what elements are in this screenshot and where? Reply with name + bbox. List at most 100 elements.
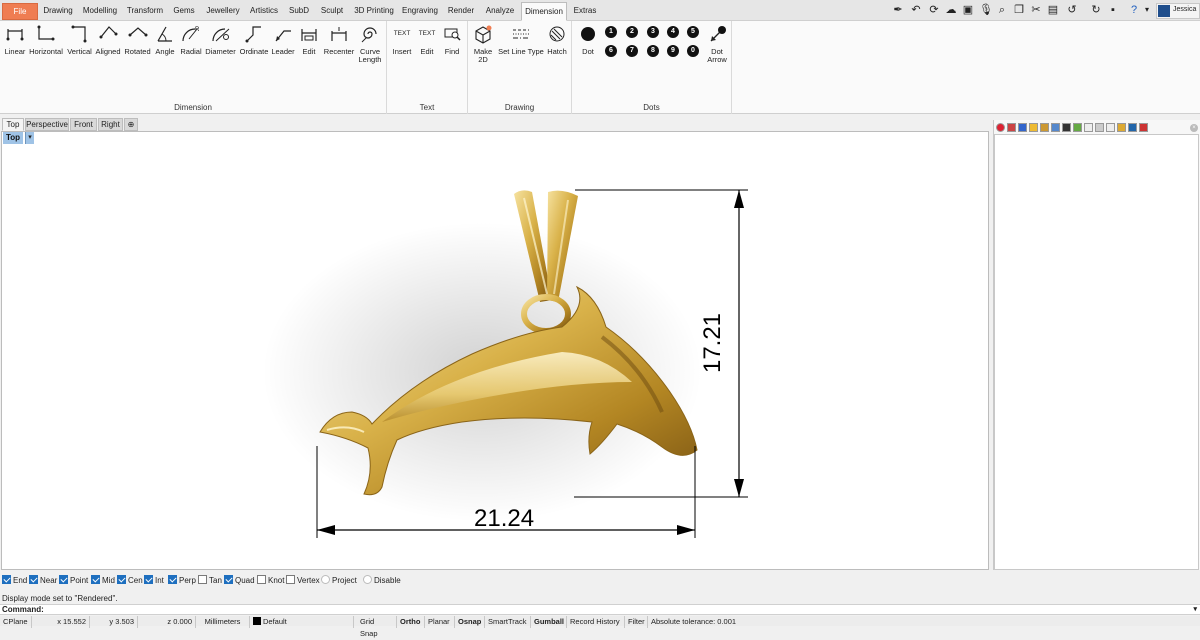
refresh-icon[interactable]: ⟳: [928, 4, 940, 16]
sun-icon[interactable]: [1139, 123, 1148, 132]
tab-perspective[interactable]: Perspective: [25, 118, 69, 131]
scissors-icon[interactable]: ✂: [1030, 4, 1042, 16]
user-panel-icon[interactable]: [1128, 123, 1137, 132]
curve-length-button[interactable]: Curve Length: [357, 23, 383, 64]
status-filter[interactable]: Filter: [625, 616, 648, 628]
status-cplane[interactable]: CPlane: [0, 616, 32, 628]
camera-icon[interactable]: ▣: [962, 4, 974, 16]
checkbox[interactable]: [257, 575, 266, 584]
osnap-end[interactable]: End: [2, 575, 27, 587]
notes-icon[interactable]: [1095, 123, 1104, 132]
help-dropdown-icon[interactable]: ▾: [1141, 4, 1153, 16]
horizontal-dimension-button[interactable]: Horizontal: [29, 23, 63, 56]
undo-icon[interactable]: ↺: [1066, 4, 1078, 16]
tab-jewellery[interactable]: Jewellery: [202, 3, 244, 20]
tab-gems[interactable]: Gems: [170, 3, 198, 20]
layers-icon[interactable]: [1018, 123, 1027, 132]
copy-icon[interactable]: ❐: [1013, 4, 1025, 16]
checkbox[interactable]: [59, 575, 68, 584]
dot-number-1-button[interactable]: 1: [605, 26, 617, 38]
set-line-type-button[interactable]: Set Line Type: [498, 23, 544, 56]
tab-sculpt[interactable]: Sculpt: [316, 3, 348, 20]
tab-render[interactable]: Render: [445, 3, 477, 20]
redo-icon[interactable]: ↻: [1090, 4, 1102, 16]
status-planar[interactable]: Planar: [425, 616, 455, 628]
status-record-history[interactable]: Record History: [567, 616, 625, 628]
insert-text-button[interactable]: TEXT Insert: [390, 23, 414, 56]
osnap-quad[interactable]: Quad: [224, 575, 255, 587]
checkbox[interactable]: [363, 575, 372, 584]
tab-extras[interactable]: Extras: [570, 3, 600, 20]
find-text-button[interactable]: Find: [441, 23, 463, 56]
dot-number-0-button[interactable]: 0: [687, 45, 699, 57]
checkbox[interactable]: [198, 575, 207, 584]
dimension-value-horizontal[interactable]: 21.24: [474, 505, 534, 533]
checkbox[interactable]: [91, 575, 100, 584]
cloud-icon[interactable]: ☁: [945, 4, 957, 16]
ordinate-dimension-button[interactable]: Ordinate: [239, 23, 269, 56]
status-layer[interactable]: Default: [250, 616, 354, 628]
make-2d-button[interactable]: Make 2D: [471, 23, 495, 64]
osnap-project[interactable]: Project: [321, 575, 357, 587]
tab-analyze[interactable]: Analyze: [481, 3, 519, 20]
linear-dimension-button[interactable]: Linear: [4, 23, 26, 56]
checkbox[interactable]: [2, 575, 11, 584]
tab-file[interactable]: File: [2, 3, 38, 20]
status-gumball[interactable]: Gumball: [531, 616, 567, 628]
checkbox[interactable]: [224, 575, 233, 584]
dot-number-3-button[interactable]: 3: [647, 26, 659, 38]
tab-front[interactable]: Front: [70, 118, 97, 131]
osnap-vertex[interactable]: Vertex: [286, 575, 320, 587]
add-viewport-icon[interactable]: ⊕: [124, 118, 138, 131]
dot-number-4-button[interactable]: 4: [667, 26, 679, 38]
tab-transform[interactable]: Transform: [124, 3, 166, 20]
status-grid-snap[interactable]: Grid Snap: [357, 616, 397, 638]
osnap-knot[interactable]: Knot: [257, 575, 284, 587]
help-icon[interactable]: ?: [1128, 4, 1140, 16]
dot-number-6-button[interactable]: 6: [605, 45, 617, 57]
tab-engraving[interactable]: Engraving: [399, 3, 441, 20]
rotated-dimension-button[interactable]: Rotated: [124, 23, 151, 56]
lights-icon[interactable]: [1029, 123, 1038, 132]
recenter-button[interactable]: Recenter: [323, 23, 355, 56]
save-icon[interactable]: ▪: [1107, 4, 1119, 16]
angle-dimension-button[interactable]: Angle: [154, 23, 176, 56]
folder-icon[interactable]: [1040, 123, 1049, 132]
tab-top[interactable]: Top: [2, 118, 24, 131]
dot-number-9-button[interactable]: 9: [667, 45, 679, 57]
tab-subd[interactable]: SubD: [286, 3, 312, 20]
status-ortho[interactable]: Ortho: [397, 616, 425, 628]
hatch-button[interactable]: Hatch: [546, 23, 568, 56]
radial-dimension-button[interactable]: R Radial: [179, 23, 203, 56]
material-icon[interactable]: [1007, 123, 1016, 132]
leader-button[interactable]: Leader: [271, 23, 295, 56]
dot-button[interactable]: Dot: [577, 23, 599, 56]
osnap-near[interactable]: Near: [29, 575, 57, 587]
diameter-dimension-button[interactable]: Diameter: [205, 23, 236, 56]
tab-right[interactable]: Right: [98, 118, 123, 131]
osnap-mid[interactable]: Mid: [91, 575, 115, 587]
tab-drawing[interactable]: Drawing: [40, 3, 76, 20]
edit-text-button[interactable]: TEXT Edit: [416, 23, 438, 56]
checkbox[interactable]: [144, 575, 153, 584]
checkbox[interactable]: [286, 575, 295, 584]
tab-dimension[interactable]: Dimension: [521, 2, 567, 21]
help-panel-icon[interactable]: [1084, 123, 1093, 132]
osnap-tan[interactable]: Tan: [198, 575, 222, 587]
paste-icon[interactable]: ▤: [1047, 4, 1059, 16]
osnap-cen[interactable]: Cen: [117, 575, 143, 587]
checkbox[interactable]: [321, 575, 330, 584]
tab-3d-printing[interactable]: 3D Printing: [352, 3, 396, 20]
checkbox[interactable]: [117, 575, 126, 584]
osnap-perp[interactable]: Perp: [168, 575, 196, 587]
curve-arrow-icon[interactable]: ↶: [910, 4, 922, 16]
osnap-disable[interactable]: Disable: [363, 575, 401, 587]
microphone-icon[interactable]: 🎙: [979, 4, 993, 16]
display-icon[interactable]: [1051, 123, 1060, 132]
edit-dimension-button[interactable]: Edit: [298, 23, 320, 56]
status-osnap[interactable]: Osnap: [455, 616, 485, 628]
color-wheel-icon[interactable]: [996, 123, 1005, 132]
osnap-int[interactable]: Int: [144, 575, 164, 587]
document-icon[interactable]: [1106, 123, 1115, 132]
command-dropdown-icon[interactable]: ▾: [1193, 605, 1197, 615]
